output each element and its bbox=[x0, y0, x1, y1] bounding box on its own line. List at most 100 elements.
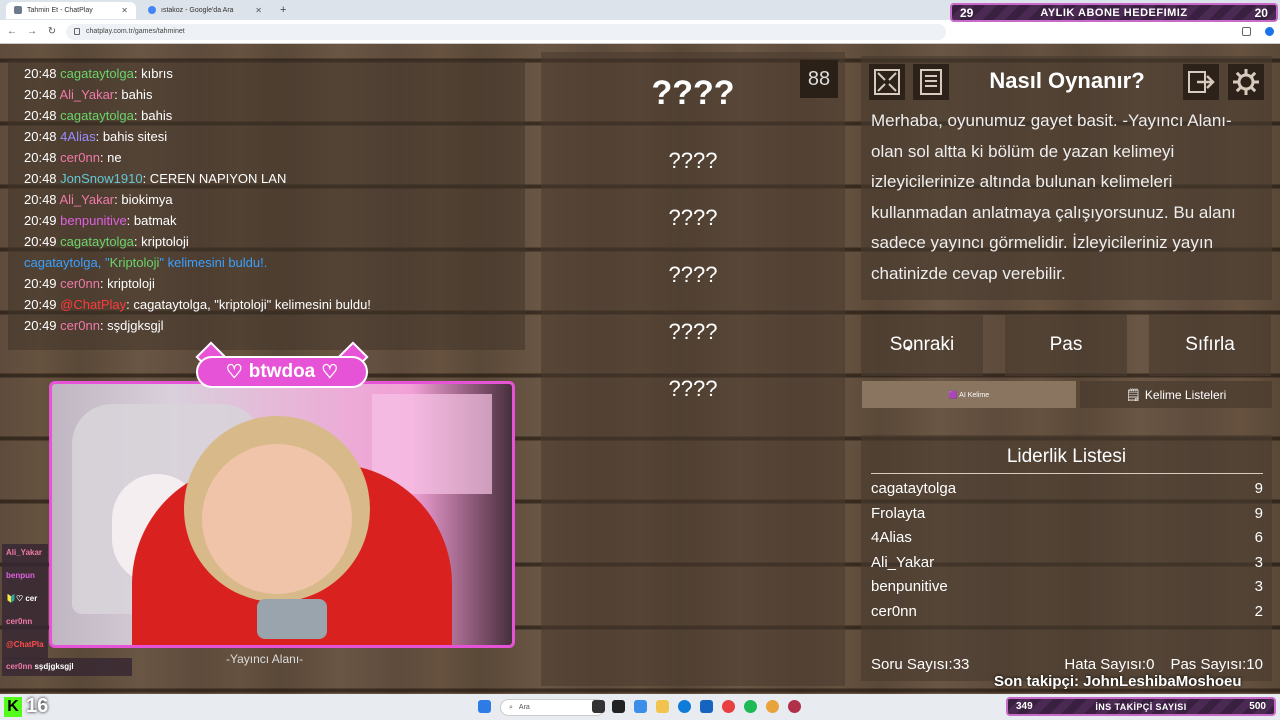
follower-target: 500 bbox=[1249, 701, 1266, 712]
hidden-word: ???? bbox=[668, 262, 718, 287]
search-icon: ⌕ bbox=[509, 703, 513, 711]
store-icon[interactable] bbox=[700, 700, 713, 713]
chat-message: 20:48 cagataytolga: bahis bbox=[24, 108, 173, 123]
chatplay-favicon-icon bbox=[14, 6, 22, 14]
notepad-icon: 🗒 bbox=[1125, 387, 1141, 402]
chat-bot-message: 20:49 @ChatPlay: cagataytolga, "kriptolo… bbox=[24, 297, 371, 312]
profile-icon[interactable] bbox=[1265, 27, 1274, 36]
pass-count: Pas Sayısı:10 bbox=[1170, 656, 1263, 673]
leader-name: Ali_Yakar bbox=[871, 553, 935, 571]
fullscreen-button[interactable] bbox=[869, 64, 905, 100]
leader-name: cer0nn bbox=[871, 602, 917, 620]
chat-message: 20:49 cer0nn: kriptoloji bbox=[24, 276, 155, 291]
question-count: Soru Sayısı:33 bbox=[871, 656, 970, 673]
chat-message: 20:49 cagataytolga: kriptoloji bbox=[24, 234, 189, 249]
leader-score: 3 bbox=[1254, 578, 1263, 595]
streamer-area-caption: -Yayıncı Alanı- bbox=[226, 652, 304, 666]
settings-button[interactable] bbox=[1228, 64, 1264, 100]
new-tab-button[interactable]: + bbox=[274, 4, 292, 16]
viewer-count: 16 bbox=[26, 695, 49, 717]
chat-message: 20:49 cer0nn: sşdjgksgjl bbox=[24, 318, 164, 333]
tab-label: ıstakoz - Google'da Ara bbox=[161, 6, 234, 14]
chat-message: 20:48 JonSnow1910: CEREN NAPIYON LAN bbox=[24, 171, 287, 186]
heart-icon: ♡ bbox=[321, 361, 339, 383]
last-subscriber: Son abone: Balkesav3... bbox=[1012, 26, 1143, 40]
chrome-icon[interactable] bbox=[766, 700, 779, 713]
heart-icon: ♡ bbox=[225, 361, 243, 383]
hidden-word-main: ???? bbox=[651, 74, 735, 112]
leader-name: 4Alias bbox=[871, 529, 912, 546]
reload-icon[interactable]: ↻ bbox=[46, 26, 58, 37]
exit-button[interactable] bbox=[1183, 64, 1219, 100]
leaderboard-row: Frolayta 9 bbox=[871, 505, 1263, 522]
leader-score: 3 bbox=[1254, 553, 1263, 571]
tab-ai-word[interactable]: 🟪 AI Kelime bbox=[862, 381, 1076, 408]
divider bbox=[871, 473, 1263, 474]
tab-word-lists[interactable]: 🗒 Kelime Listeleri bbox=[1080, 381, 1272, 408]
tab-label: Kelime Listeleri bbox=[1144, 387, 1227, 402]
app-icon[interactable] bbox=[634, 700, 647, 713]
chat-message: 20:49 benpunitive: batmak bbox=[24, 213, 177, 228]
widgets-icon[interactable] bbox=[612, 700, 625, 713]
webcam-microphone bbox=[257, 599, 327, 639]
close-tab-icon[interactable]: ✕ bbox=[121, 6, 128, 15]
address-bar[interactable]: chatplay.com.tr/games/tahminet bbox=[66, 23, 946, 40]
leaderboard-row: Ali_Yakar 3 bbox=[871, 554, 1263, 571]
chat-message: 20:48 cer0nn: ne bbox=[24, 150, 122, 165]
hidden-word: ???? bbox=[668, 376, 718, 401]
leader-score: 2 bbox=[1254, 602, 1263, 620]
chat-message: 20:48 Ali_Yakar: bahis bbox=[24, 87, 153, 102]
exit-icon bbox=[1188, 71, 1215, 93]
goal-label: AYLIK ABONE HEDEFIMIZ bbox=[1040, 6, 1188, 19]
leader-name: benpunitive bbox=[871, 578, 948, 595]
how-to-play-text: Merhaba, oyunumuz gayet basit. -Yayıncı … bbox=[871, 111, 1236, 283]
app-icon[interactable] bbox=[722, 700, 735, 713]
minichat-item: Ali_Yakar bbox=[2, 544, 48, 567]
hidden-word: ???? bbox=[668, 148, 718, 173]
kick-viewer-count: K 16 bbox=[4, 695, 48, 718]
follower-current: 349 bbox=[1016, 701, 1033, 712]
start-icon[interactable] bbox=[478, 700, 491, 713]
task-view-icon[interactable] bbox=[592, 700, 605, 713]
reset-button[interactable]: Sıfırla bbox=[1149, 314, 1271, 376]
hidden-word: ???? bbox=[668, 319, 718, 344]
leaderboard-row: 4Alias 6 bbox=[871, 529, 1263, 546]
chat-system-message: cagataytolga, "Kriptoloji" kelimesini bu… bbox=[24, 255, 268, 270]
edge-icon[interactable] bbox=[678, 700, 691, 713]
minichat-last-item: cer0nn sşdjgksgjl bbox=[2, 658, 132, 676]
follower-goal-bar: 349 İNS TAKİPÇİ SAYISI 500 bbox=[1006, 697, 1276, 716]
leaderboard-row: cagataytolga 9 bbox=[871, 480, 1263, 497]
goal-current: 29 bbox=[960, 5, 974, 20]
overlay-minichat: Ali_Yakar benpun 🔰♡ cer cer0nn @ChatPla bbox=[2, 544, 48, 659]
next-button[interactable]: Sonraki bbox=[861, 314, 983, 376]
taskbar-search[interactable]: ⌕ Ara bbox=[500, 699, 605, 716]
close-tab-icon[interactable]: ✕ bbox=[255, 6, 262, 15]
tab-chatplay[interactable]: Tahmin Et - ChatPlay ✕ bbox=[6, 1, 136, 19]
leader-score: 6 bbox=[1254, 529, 1263, 546]
goal-target: 20 bbox=[1254, 5, 1268, 20]
leaderboard-row: cer0nn 2 bbox=[871, 603, 1263, 620]
google-favicon-icon bbox=[148, 6, 156, 14]
hidden-word: ???? bbox=[668, 205, 718, 230]
kick-logo-icon: K bbox=[4, 696, 22, 717]
app-icon[interactable] bbox=[788, 700, 801, 713]
chat-message: 20:48 Ali_Yakar: biokimya bbox=[24, 192, 173, 207]
leader-name: cagataytolga bbox=[871, 480, 957, 497]
webcam-feed bbox=[49, 381, 515, 648]
site-info-icon[interactable] bbox=[74, 28, 80, 35]
extensions-icon[interactable] bbox=[1242, 27, 1251, 36]
chat-message: 20:48 cagataytolga: kıbrıs bbox=[24, 66, 173, 81]
leaderboard-title: Liderlik Listesi bbox=[1006, 446, 1127, 467]
pass-button[interactable]: Pas bbox=[1005, 314, 1127, 376]
tab-label: Tahmin Et - ChatPlay bbox=[27, 6, 93, 14]
forward-icon[interactable]: → bbox=[26, 26, 38, 37]
minichat-item: @ChatPla bbox=[2, 636, 48, 659]
fullscreen-icon bbox=[874, 69, 900, 95]
back-icon[interactable]: ← bbox=[6, 26, 18, 37]
tab-google[interactable]: ıstakoz - Google'da Ara ✕ bbox=[140, 2, 270, 19]
last-follower: Son takipçi: JohnLeshibaMoshoeu bbox=[994, 673, 1242, 690]
gear-icon bbox=[1233, 69, 1259, 95]
file-explorer-icon[interactable] bbox=[656, 700, 669, 713]
webcam-head bbox=[202, 444, 352, 594]
spotify-icon[interactable] bbox=[744, 700, 757, 713]
